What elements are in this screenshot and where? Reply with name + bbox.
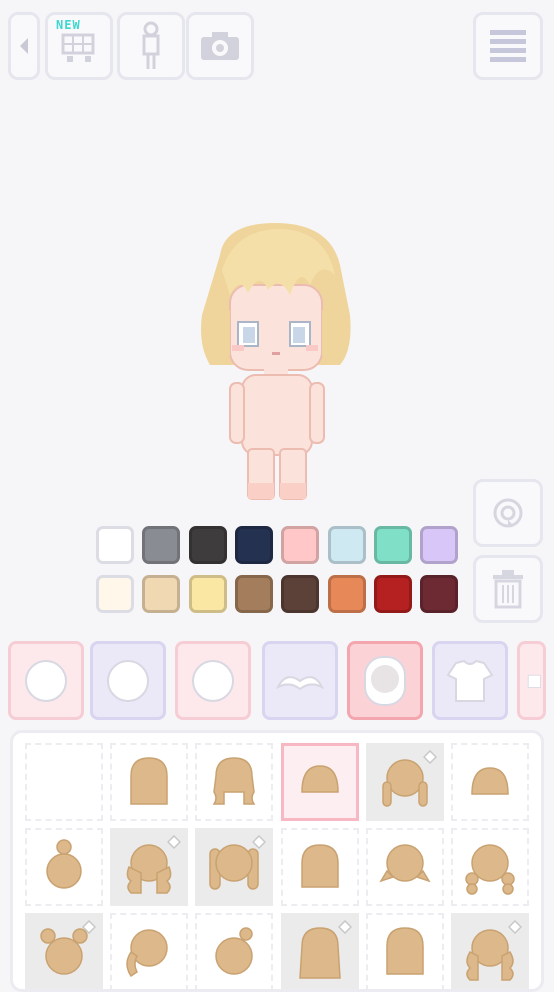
hair-bob-icon: [471, 767, 509, 795]
color-swatch[interactable]: [420, 575, 459, 613]
body-icon: [142, 21, 160, 69]
color-swatch[interactable]: [373, 526, 412, 564]
camera-button[interactable]: [186, 12, 254, 80]
hair-item-top-bun[interactable]: [195, 913, 273, 989]
rotate-icon: [493, 498, 523, 528]
hair-item-bear-ears[interactable]: [25, 913, 103, 989]
locked-diamond-icon: [82, 920, 96, 934]
hair-flip-icon: [379, 844, 431, 883]
locked-diamond-icon: [167, 835, 181, 849]
hair-top-bun-icon: [215, 927, 253, 975]
menu-button[interactable]: [473, 12, 543, 80]
tab-more[interactable]: [517, 641, 546, 720]
hair-long-icon: [386, 927, 424, 975]
color-swatch[interactable]: [327, 526, 366, 564]
hair-item-flip[interactable]: [366, 828, 444, 906]
hair-icon: [364, 655, 406, 706]
color-swatch[interactable]: [234, 526, 273, 564]
hair-medium-icon: [301, 844, 339, 888]
tab-face-mouth[interactable]: [175, 641, 251, 720]
color-swatch[interactable]: [96, 575, 134, 613]
rotate-button[interactable]: [473, 479, 543, 547]
hair-item-none[interactable]: [25, 743, 103, 821]
tab-eyebrows[interactable]: [262, 641, 338, 720]
tab-tops[interactable]: [432, 641, 508, 720]
hair-item-ringlets[interactable]: [451, 913, 529, 989]
hair-item-short[interactable]: [281, 743, 359, 821]
hair-item-bob[interactable]: [451, 743, 529, 821]
face-icon: [107, 659, 149, 702]
cart-icon: [61, 33, 95, 62]
hair-item-drill-curls[interactable]: [451, 828, 529, 906]
hair-item-curly-long[interactable]: [110, 828, 188, 906]
color-swatch[interactable]: [188, 526, 227, 564]
hair-item-long[interactable]: [366, 913, 444, 989]
shirt-icon: [446, 659, 494, 702]
hair-short-icon: [301, 765, 339, 793]
hair-item-twintails[interactable]: [195, 828, 273, 906]
menu-icon: [490, 30, 526, 62]
hair-long-icon: [130, 757, 168, 805]
hair-item-long[interactable]: [110, 743, 188, 821]
color-swatch[interactable]: [96, 526, 134, 564]
hair-item-long-straight[interactable]: [281, 913, 359, 989]
trash-icon: [493, 570, 523, 609]
hair-side-pony-icon: [126, 929, 168, 978]
body-button[interactable]: [117, 12, 185, 80]
back-arrow-icon: [20, 38, 28, 54]
color-swatch[interactable]: [142, 575, 181, 613]
new-badge: NEW: [56, 18, 81, 32]
locked-diamond-icon: [338, 920, 352, 934]
color-swatch[interactable]: [234, 575, 273, 613]
hair-wavy-icon: [212, 757, 256, 805]
locked-diamond-icon: [252, 835, 266, 849]
hair-item-wavy[interactable]: [195, 743, 273, 821]
hair-item-bun[interactable]: [25, 828, 103, 906]
eyebrows-icon: [275, 675, 325, 690]
camera-icon: [201, 32, 239, 60]
color-swatch[interactable]: [188, 575, 227, 613]
color-swatch[interactable]: [281, 526, 320, 564]
hair-item-medium[interactable]: [281, 828, 359, 906]
face-icon: [192, 659, 234, 702]
trash-button[interactable]: [473, 555, 543, 623]
color-swatch[interactable]: [142, 526, 181, 564]
color-swatch[interactable]: [420, 526, 459, 564]
hair-bun-icon: [46, 839, 82, 889]
character-avatar: [201, 223, 351, 500]
hair-item-twin-braids[interactable]: [366, 743, 444, 821]
item-grid-panel: [10, 730, 544, 992]
tab-face-plain[interactable]: [90, 641, 166, 720]
tab-hair[interactable]: [347, 641, 423, 720]
color-swatch[interactable]: [327, 575, 366, 613]
hair-drill-curls-icon: [465, 844, 515, 895]
color-swatch[interactable]: [281, 575, 320, 613]
more-icon: [527, 674, 541, 688]
locked-diamond-icon: [423, 750, 437, 764]
hair-item-side-pony[interactable]: [110, 913, 188, 989]
tab-face-blush[interactable]: [8, 641, 84, 720]
face-icon: [25, 659, 67, 702]
locked-diamond-icon: [508, 920, 522, 934]
color-swatch[interactable]: [373, 575, 412, 613]
back-button[interactable]: [8, 12, 40, 80]
